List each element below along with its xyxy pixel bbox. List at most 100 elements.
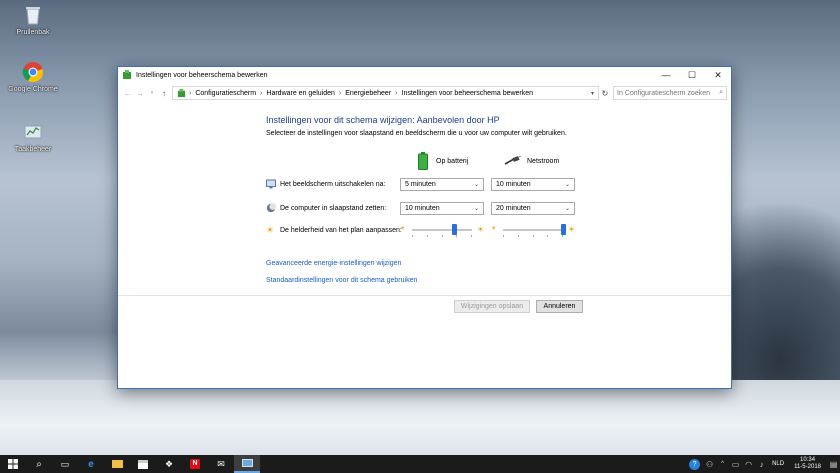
slider-ticks xyxy=(503,235,563,237)
power-plug-icon xyxy=(504,156,522,165)
slider-thumb[interactable] xyxy=(560,224,566,235)
search-placeholder: In Configuratiescherm zoeken xyxy=(617,89,710,97)
store-button[interactable] xyxy=(130,455,156,473)
brightness-row: ☀ De helderheid van het plan aanpassen: … xyxy=(266,220,586,240)
power-plan-window: Instellingen voor beheerschema bewerken … xyxy=(117,66,732,389)
title-bar[interactable]: Instellingen voor beheerschema bewerken … xyxy=(118,67,731,83)
mail-icon: ✉ xyxy=(217,458,225,469)
settings-panel: Instellingen voor dit schema wijzigen: A… xyxy=(266,115,586,240)
refresh-icon[interactable]: ↻ xyxy=(599,89,611,98)
advanced-settings-link[interactable]: Geavanceerde energie-instellingen wijzig… xyxy=(266,260,401,267)
file-explorer-button[interactable] xyxy=(104,455,130,473)
minimize-button[interactable]: — xyxy=(653,67,679,83)
windows-logo-icon xyxy=(8,459,18,469)
task-view-button[interactable]: ▭ xyxy=(52,455,78,473)
breadcrumb-separator-icon: › xyxy=(338,89,342,97)
select-value: 5 minuten xyxy=(405,180,436,188)
desktop-icon-label: Google Chrome xyxy=(8,86,58,93)
sleep-power-select[interactable]: 20 minuten ⌄ xyxy=(491,201,575,215)
cancel-button[interactable]: Annuleren xyxy=(536,300,583,313)
store-icon xyxy=(138,459,148,469)
address-dropdown-icon[interactable]: ▾ xyxy=(591,90,594,97)
netflix-button[interactable]: N xyxy=(182,455,208,473)
chevron-down-icon: ⌄ xyxy=(564,181,570,188)
sleep-label: De computer in slaapstand zetten: xyxy=(280,204,387,212)
up-arrow-icon[interactable]: ↑ xyxy=(158,89,170,98)
search-input[interactable]: In Configuratiescherm zoeken ⌕ xyxy=(613,86,727,100)
recycle-bin-icon xyxy=(22,4,44,26)
dropbox-button[interactable]: ❖ xyxy=(156,455,182,473)
restore-defaults-link[interactable]: Standaardinstellingen voor dit schema ge… xyxy=(266,277,417,284)
forward-arrow-icon[interactable]: → xyxy=(134,89,146,98)
folder-icon xyxy=(111,460,123,468)
control-panel-icon xyxy=(122,70,132,80)
breadcrumb-item[interactable]: Instellingen voor beheerschema bewerken xyxy=(402,90,534,97)
clock-time: 10:34 xyxy=(800,457,816,463)
brightness-label: De helderheid van het plan aanpassen: xyxy=(280,226,402,234)
recent-dropdown-icon[interactable]: ▾ xyxy=(146,90,158,96)
desktop-icon-chrome[interactable]: Google Chrome xyxy=(3,61,63,93)
display-off-label: Het beeldscherm uitschakelen na: xyxy=(280,180,386,188)
start-button[interactable] xyxy=(0,455,26,473)
slider-track xyxy=(412,229,472,231)
network-icon[interactable]: ◠ xyxy=(742,460,755,469)
brightness-battery-slider[interactable]: ☀ ☀ xyxy=(400,223,484,237)
breadcrumb[interactable]: › Configuratiescherm › Hardware en gelui… xyxy=(172,86,599,100)
column-power: Netstroom xyxy=(504,156,559,166)
select-value: 10 minuten xyxy=(496,180,531,188)
column-battery-label: Op batterij xyxy=(436,157,469,165)
monitor-icon xyxy=(266,179,276,189)
sun-icon: ☀ xyxy=(266,225,275,235)
sleep-label-wrap: De computer in slaapstand zetten: xyxy=(266,203,386,213)
people-icon[interactable]: ⚇ xyxy=(703,460,716,469)
slider-track xyxy=(503,229,563,231)
system-tray: ? ⚇ ^ ▭ ◠ ♪ NLD 10:34 11-5-2018 ▤ xyxy=(689,455,840,473)
chevron-down-icon: ⌄ xyxy=(564,205,570,212)
sleep-row: De computer in slaapstand zetten: 10 min… xyxy=(266,196,586,220)
breadcrumb-separator-icon: › xyxy=(395,89,398,97)
show-hidden-icons[interactable]: ^ xyxy=(716,461,729,467)
breadcrumb-separator-icon: › xyxy=(260,89,263,97)
select-value: 10 minuten xyxy=(405,204,440,212)
slider-ticks xyxy=(412,235,472,237)
sleep-battery-select[interactable]: 10 minuten ⌄ xyxy=(400,201,484,215)
breadcrumb-item[interactable]: Energiebeheer xyxy=(345,90,391,97)
edge-icon: e xyxy=(88,458,94,470)
display-off-power-select[interactable]: 10 minuten ⌄ xyxy=(491,177,575,191)
sun-small-icon: ☀ xyxy=(400,226,406,232)
breadcrumb-item[interactable]: Configuratiescherm xyxy=(195,90,256,97)
desktop-icon-task-manager[interactable]: Taakbeheer xyxy=(3,121,63,153)
back-arrow-icon[interactable]: ← xyxy=(122,89,134,98)
edge-button[interactable]: e xyxy=(78,455,104,473)
page-subtitle: Selecteer de instellingen voor slaapstan… xyxy=(266,130,567,137)
slider-thumb[interactable] xyxy=(451,224,457,235)
clock-date: 11-5-2018 xyxy=(794,464,821,470)
language-indicator[interactable]: NLD xyxy=(768,461,788,467)
close-button[interactable]: ✕ xyxy=(705,67,731,83)
wallpaper-snow xyxy=(0,380,840,455)
search-button[interactable]: ⌕ xyxy=(26,455,52,473)
save-button[interactable]: Wijzigingen opslaan xyxy=(454,300,530,313)
dropbox-icon: ❖ xyxy=(164,458,174,469)
maximize-button[interactable]: ☐ xyxy=(679,67,705,83)
column-power-label: Netstroom xyxy=(527,157,560,165)
sun-large-icon: ☀ xyxy=(567,225,575,234)
notifications-icon[interactable]: ▤ xyxy=(827,460,840,469)
desktop-icon-label: Taakbeheer xyxy=(14,146,52,153)
battery-tray-icon[interactable]: ▭ xyxy=(729,460,742,469)
select-value: 20 minuten xyxy=(496,204,531,212)
desktop-icon-recycle-bin[interactable]: Prullenbak xyxy=(3,4,63,36)
display-off-battery-select[interactable]: 5 minuten ⌄ xyxy=(400,177,484,191)
column-headers: Op batterij Netstroom xyxy=(266,148,586,172)
help-icon[interactable]: ? xyxy=(689,458,701,470)
display-off-label-wrap: Het beeldscherm uitschakelen na: xyxy=(266,179,385,189)
volume-icon[interactable]: ♪ xyxy=(755,460,768,469)
address-bar-row: ← → ▾ ↑ › Configuratiescherm › Hardware … xyxy=(118,84,731,102)
mail-button[interactable]: ✉ xyxy=(208,455,234,473)
brightness-power-slider[interactable]: ☀ ☀ xyxy=(491,223,575,237)
netflix-icon: N xyxy=(190,459,200,469)
breadcrumb-separator-icon: › xyxy=(189,89,192,97)
breadcrumb-item[interactable]: Hardware en geluiden xyxy=(266,90,335,97)
control-panel-taskbar-button[interactable] xyxy=(234,455,260,473)
clock[interactable]: 10:34 11-5-2018 xyxy=(788,457,827,471)
